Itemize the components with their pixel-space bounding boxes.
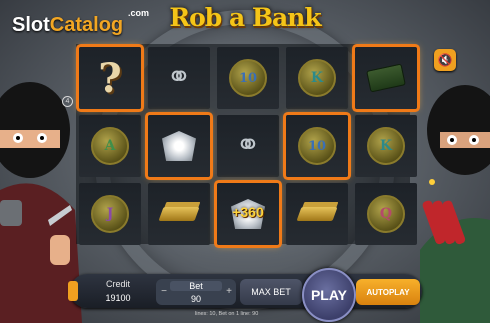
credit-value: 19100 [105, 293, 131, 303]
mute-button[interactable]: 🔇 [434, 49, 456, 71]
reel-grid: ? ⚭ 10 K A ⚭ 10 K J +360 Q [76, 44, 417, 245]
reel-cell-badge [148, 115, 210, 177]
reel-cell-coin-K: K [286, 47, 348, 109]
gold-bars-icon [296, 207, 338, 221]
reel-cell-gold [148, 183, 210, 245]
reel-cell-question: ? [79, 47, 141, 109]
reel-cell-handcuffs: ⚭ [148, 47, 210, 109]
police-badge-icon [162, 131, 196, 161]
menu-tab[interactable] [68, 281, 78, 301]
coin-A-symbol: A [91, 127, 129, 165]
coin-Q-symbol: Q [367, 195, 405, 233]
reel-cell-gold [286, 183, 348, 245]
logo-text: SlotCatalog [12, 14, 124, 36]
game-title: Rob a Bank [169, 3, 321, 32]
coin-J-symbol: J [91, 195, 129, 233]
bet-decrease-button[interactable]: − [158, 286, 170, 298]
reel-cell-badge: +360 [217, 183, 279, 245]
credit-label: Credit [105, 279, 130, 289]
reel-cell-coin-10: 10 [217, 47, 279, 109]
reel-cell-coin-Q: Q [355, 183, 417, 245]
payline-indicator[interactable]: 4 [62, 96, 73, 107]
coin-K-symbol: K [298, 59, 336, 97]
bet-info-line: lines: 10, Bet on 1 line: 90 [195, 311, 259, 317]
reel-cell-coin-J: J [79, 183, 141, 245]
bet-value: 90 [190, 294, 201, 304]
reel-cell-handcuffs: ⚭ [217, 115, 279, 177]
handcuffs-icon: ⚭ [235, 129, 261, 162]
reel-cell-coin-K: K [355, 115, 417, 177]
speaker-mute-icon: 🔇 [437, 53, 453, 67]
cash-stack-icon [366, 63, 406, 93]
handcuffs-icon: ⚭ [166, 61, 192, 94]
gold-bars-icon [158, 207, 200, 221]
mystery-symbol: ? [98, 54, 122, 102]
game-scene: SlotCatalog .com Rob a Bank 🔇 4 ? ⚭ 10 K A ⚭ 1… [0, 0, 490, 323]
reel-cell-coin-10: 10 [286, 115, 348, 177]
coin-10-symbol: 10 [229, 59, 267, 97]
autoplay-button[interactable]: AUTOPLAY [356, 279, 420, 305]
max-bet-button[interactable]: MAX BET [240, 279, 302, 305]
slotcatalog-logo: SlotCatalog .com [6, 6, 156, 40]
reel-cell-cash [355, 47, 417, 109]
win-amount: +360 [232, 204, 264, 220]
robber-right-illustration [420, 85, 490, 323]
reel-cell-coin-A: A [79, 115, 141, 177]
bet-label: Bet [170, 281, 222, 291]
play-button[interactable]: PLAY [302, 268, 356, 322]
bet-increase-button[interactable]: + [223, 286, 235, 298]
logo-domain: .com [128, 8, 150, 18]
coin-K-symbol: K [367, 127, 405, 165]
coin-10-symbol: 10 [298, 127, 336, 165]
